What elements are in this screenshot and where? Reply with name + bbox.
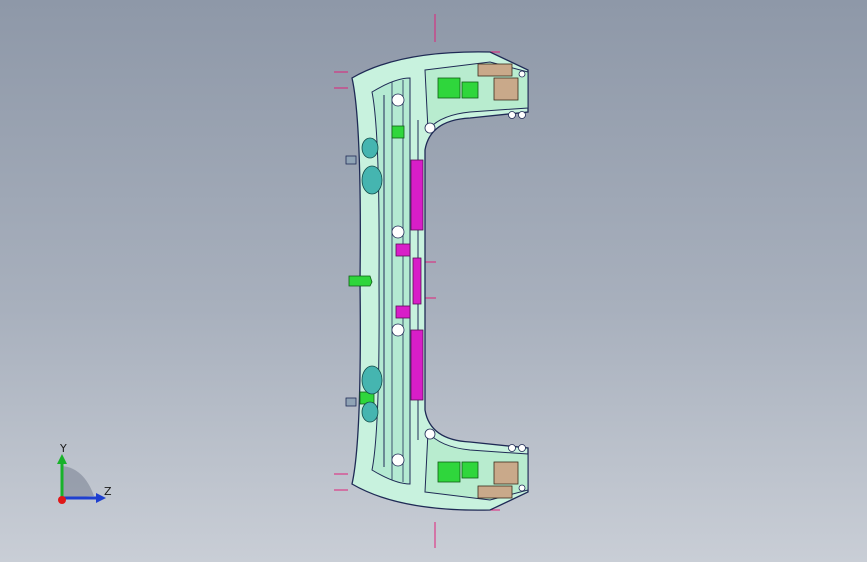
y-axis-label: Y	[59, 442, 67, 455]
coordinate-triad: Y Z	[57, 442, 112, 504]
z-axis-label: Z	[104, 485, 112, 498]
hinge-blocks	[477, 63, 519, 499]
bracket-assembly-model[interactable]	[345, 51, 529, 511]
triad-shadow	[62, 466, 94, 498]
cad-viewport[interactable]	[0, 0, 867, 562]
x-axis-icon	[58, 496, 66, 504]
y-axis-arrow-icon	[57, 454, 67, 464]
